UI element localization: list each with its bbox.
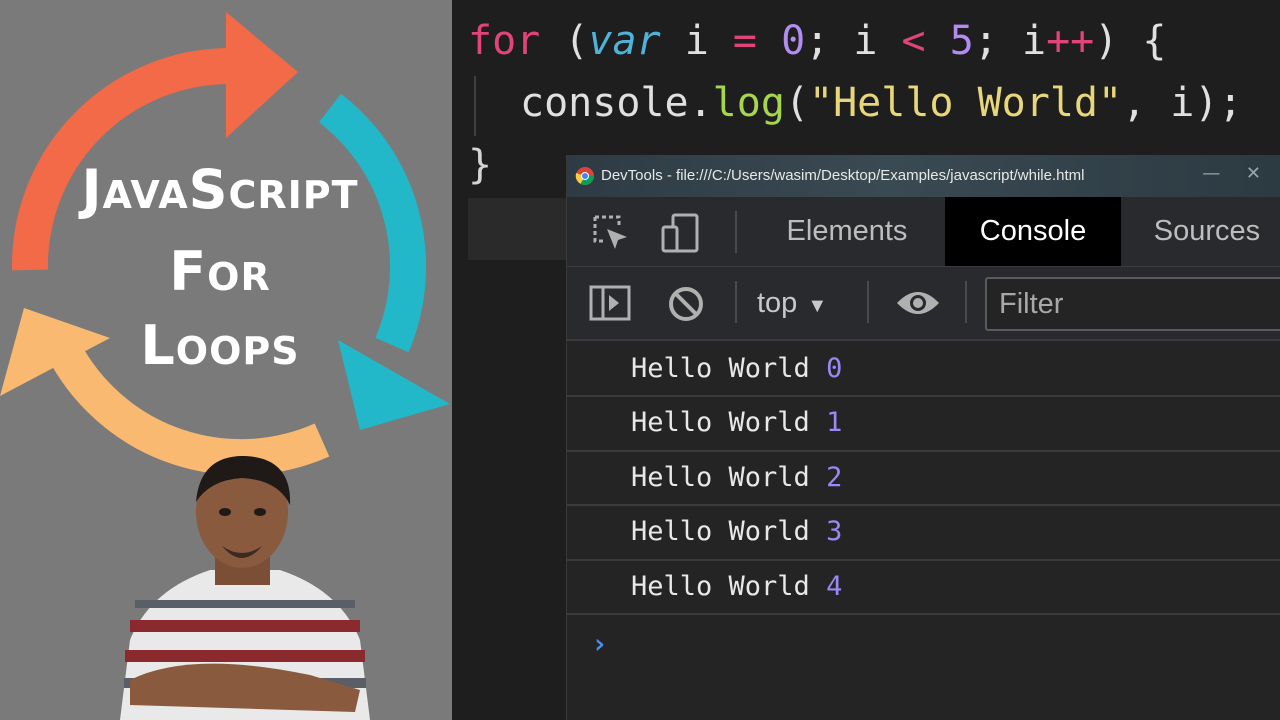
- log-value: 0: [826, 353, 843, 384]
- code-token: ++: [1046, 18, 1095, 64]
- thumbnail-title-line-1: JavaScript: [81, 158, 359, 221]
- window-controls[interactable]: — ✕: [1202, 163, 1271, 184]
- toolbar-divider: [867, 281, 869, 323]
- code-line-1: for (var i = 0; i < 5; i++) {: [468, 18, 1166, 64]
- toolbar-divider: [735, 281, 737, 323]
- log-text: Hello World: [631, 570, 827, 602]
- code-token: 0: [781, 18, 806, 64]
- log-text: Hello World: [631, 353, 827, 384]
- devtools-window: DevTools - file:///C:/Users/wasim/Deskto…: [566, 155, 1280, 720]
- device-toolbar-icon[interactable]: [661, 213, 701, 253]
- live-expression-eye-icon[interactable]: [895, 287, 941, 319]
- console-log-row: Hello World 2: [567, 452, 1280, 507]
- inspect-element-icon[interactable]: [591, 213, 631, 253]
- log-message: Hello World 1: [631, 407, 842, 438]
- thumbnail-panel: JavaScript For Loops: [0, 0, 452, 720]
- code-token: ; i: [973, 18, 1047, 64]
- console-output: Hello World 0 Hello World 1 Hello World …: [567, 343, 1280, 615]
- devtools-tabbar: Elements Console Sources: [567, 197, 1280, 267]
- tab-elements[interactable]: Elements: [757, 197, 937, 266]
- code-token: console.: [520, 80, 713, 126]
- console-filter-input[interactable]: [985, 277, 1280, 331]
- code-token: (: [784, 80, 809, 126]
- code-token: ; i: [805, 18, 902, 64]
- log-value: 4: [826, 570, 843, 602]
- devtools-window-title: DevTools - file:///C:/Users/wasim/Deskto…: [601, 167, 1085, 184]
- log-message: Hello World 2: [631, 462, 842, 493]
- execution-context-select[interactable]: top ▼: [757, 281, 827, 325]
- code-token: var: [588, 18, 661, 64]
- code-token: "Hello World": [809, 80, 1123, 126]
- chevron-down-icon: ▼: [807, 295, 828, 317]
- code-line-2: console.log("Hello World", i);: [520, 80, 1243, 126]
- console-sidebar-toggle-icon[interactable]: [589, 283, 631, 323]
- presenter-photo: [120, 455, 370, 720]
- log-text: Hello World: [631, 461, 827, 493]
- code-token: i: [660, 18, 733, 64]
- devtools-titlebar[interactable]: DevTools - file:///C:/Users/wasim/Deskto…: [567, 155, 1280, 197]
- toolbar-divider: [735, 211, 737, 253]
- toolbar-divider: [965, 281, 967, 323]
- clear-console-icon[interactable]: [667, 285, 705, 323]
- log-value: 2: [826, 461, 843, 493]
- log-value: 3: [826, 516, 843, 548]
- log-message: Hello World 0: [631, 353, 842, 384]
- code-token: <: [901, 18, 926, 64]
- code-token: , i);: [1122, 80, 1243, 126]
- chrome-logo-icon: [575, 167, 594, 186]
- thumbnail-title-line-3: Loops: [140, 314, 300, 377]
- context-value: top: [757, 287, 798, 319]
- code-token: =: [732, 18, 758, 64]
- console-log-row: Hello World 4: [567, 561, 1280, 615]
- code-token: 5: [949, 18, 974, 64]
- log-message: Hello World 3: [631, 516, 842, 547]
- code-token: ) {: [1094, 18, 1167, 64]
- thumbnail-title-line-2: For: [169, 240, 271, 303]
- code-token: (: [540, 18, 589, 64]
- code-token: log: [712, 80, 785, 126]
- console-toolbar: top ▼: [567, 267, 1280, 341]
- log-text: Hello World: [631, 516, 827, 548]
- console-log-row: Hello World 1: [567, 397, 1280, 452]
- code-line-3: }: [468, 142, 493, 188]
- log-message: Hello World 4: [631, 571, 842, 602]
- console-prompt[interactable]: ›: [591, 627, 608, 660]
- tab-sources[interactable]: Sources: [1127, 197, 1280, 266]
- console-log-row: Hello World 3: [567, 506, 1280, 561]
- log-text: Hello World: [631, 407, 827, 439]
- console-log-row: Hello World 0: [567, 343, 1280, 398]
- code-token: for: [468, 18, 541, 64]
- log-value: 1: [826, 407, 843, 439]
- indent-guide: [474, 76, 476, 136]
- tab-console[interactable]: Console: [945, 197, 1121, 266]
